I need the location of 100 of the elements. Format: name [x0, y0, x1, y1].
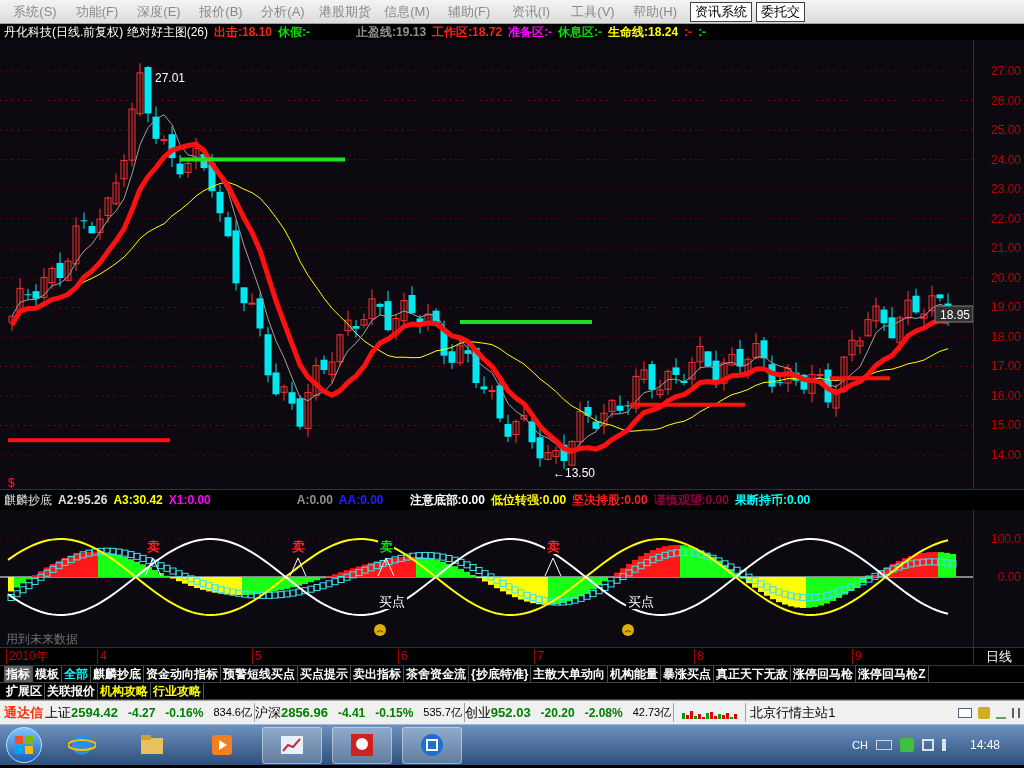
indicator-axis-label: 100.0: [990, 533, 1021, 545]
low-price-label: ←13.50: [553, 466, 596, 480]
indicator-title: 麒麟抄底: [4, 492, 52, 509]
taskbar-button[interactable]: [402, 726, 462, 764]
price-axis-label: 19.00: [990, 301, 1021, 314]
indicator-readout: 休假:-: [278, 24, 311, 41]
indicator-readout: :-: [698, 24, 707, 41]
indicator-readout: 工作区:18.72: [432, 24, 503, 41]
index-change: -4.41: [337, 704, 366, 722]
indicator-readout: AA:0.00: [338, 492, 384, 509]
indicator-axis-label: 0.00: [997, 571, 1021, 583]
tab[interactable]: 全部: [62, 666, 91, 682]
tab[interactable]: 扩展区: [4, 683, 45, 699]
mail-icon[interactable]: [958, 707, 972, 718]
indicator-readout: A3:30.42: [113, 492, 163, 509]
taskbar-button[interactable]: [332, 726, 392, 764]
date-axis-label: 2010年: [6, 649, 48, 664]
indicator-readout: 止盈线:19.13: [356, 24, 427, 41]
index-value: 2856.96: [280, 703, 328, 722]
indicator-readout: 准备区:-: [508, 24, 553, 41]
index-amount: 42.73亿: [632, 705, 672, 721]
price-axis-label: 20.00: [990, 271, 1021, 284]
indicator-readout: 生命线:18.24: [608, 24, 679, 41]
app-brand: 通达信: [4, 703, 43, 722]
tab[interactable]: 行业攻略: [151, 683, 204, 699]
warning-note: 用到未来数据: [6, 632, 78, 646]
server-label: 北京行情主站1: [745, 702, 836, 723]
index-name: 创业: [464, 703, 491, 722]
high-price-label: 27.01: [155, 71, 186, 85]
tab[interactable]: 指标: [4, 666, 33, 682]
index-amount: 834.6亿: [213, 705, 252, 721]
tab[interactable]: 真正天下无敌: [714, 666, 792, 682]
clock[interactable]: 14:48: [962, 736, 1008, 754]
price-axis-label: 21.00: [990, 242, 1021, 255]
price-axis-label: 17.00: [990, 360, 1021, 373]
tab[interactable]: 买点提示: [298, 666, 351, 682]
indicator-readout: 注意底部:0.00: [409, 492, 485, 509]
smiley-icon: [374, 624, 386, 636]
period-label: 日线: [973, 648, 1024, 665]
index-percent: -2.08%: [584, 704, 623, 722]
price-axis-label: 15.00: [990, 419, 1021, 432]
tab[interactable]: 主散大单动向: [531, 666, 609, 682]
tab[interactable]: 机构能量: [608, 666, 662, 682]
tab[interactable]: 涨停回马枪Z: [856, 666, 929, 682]
date-axis-label: 6: [398, 649, 408, 664]
date-axis-label: 5: [252, 649, 262, 664]
indicator-readout: 果断持币:0.00: [734, 492, 811, 509]
index-value: 952.03: [490, 703, 531, 722]
level-line: [830, 376, 890, 381]
index-name: 上证: [45, 703, 71, 722]
sell-mark: 卖: [291, 539, 305, 554]
buy-point-label: 买点: [379, 594, 405, 609]
indicator-readout: A:0.00: [296, 492, 333, 509]
input-language[interactable]: CH: [852, 736, 868, 754]
price-axis-label: 27.00: [990, 65, 1021, 77]
tab[interactable]: 茶舍资金流: [404, 666, 469, 682]
tab[interactable]: 卖出指标: [351, 666, 404, 682]
tab[interactable]: 暴涨买点: [661, 666, 715, 682]
date-axis-label: 7: [534, 649, 544, 664]
tab[interactable]: 涨停回马枪: [791, 666, 857, 682]
tab[interactable]: 模板: [33, 666, 62, 682]
last-price-value: 18.95: [940, 308, 971, 322]
index-name: 沪深: [254, 703, 281, 722]
tab[interactable]: 预警短线买点: [221, 666, 298, 682]
index-change: -4.27: [128, 704, 156, 722]
toolbar-button[interactable]: 资讯系统: [690, 1, 752, 22]
smiley-icon: [622, 624, 634, 636]
keyboard-icon[interactable]: [876, 740, 892, 750]
price-axis-label: 18.00: [990, 330, 1021, 343]
price-axis-label: 16.00: [990, 389, 1021, 402]
indicator-readout: 坚决持股:0.00: [572, 492, 648, 509]
tab[interactable]: 资金动向指标: [144, 666, 221, 682]
buy-point-label: 买点: [628, 594, 654, 609]
indicator-readout: :-: [684, 24, 693, 41]
index-value: 2594.42: [71, 703, 118, 722]
start-button[interactable]: [6, 727, 42, 763]
square-app-icon: [418, 731, 446, 759]
dollar-mark: $: [8, 476, 15, 490]
index-amount: 535.7亿: [423, 705, 462, 721]
date-axis-label: 8: [694, 649, 704, 664]
indicator-readout: 休息区:-: [558, 24, 603, 41]
sell-mark: 卖: [546, 539, 560, 554]
index-percent: -0.16%: [165, 704, 204, 722]
index-percent: -0.15%: [375, 704, 414, 722]
toolbar-button[interactable]: 委托交: [756, 1, 805, 22]
tab[interactable]: {抄底特准}: [469, 666, 532, 682]
indicator-readout: 谨慎观望:0.00: [653, 492, 729, 509]
tab[interactable]: 麒麟抄底: [91, 666, 144, 682]
price-axis-label: 25.00: [990, 124, 1021, 137]
circle-app-icon: [348, 731, 376, 759]
indicator-readout: 出击:18.10: [214, 24, 273, 41]
taskbar-button[interactable]: [262, 726, 322, 764]
price-axis-label: 26.00: [990, 94, 1021, 107]
tab[interactable]: 机构攻略: [98, 683, 151, 699]
price-axis-label: 14.00: [990, 449, 1021, 461]
tab[interactable]: 关联报价: [45, 683, 98, 699]
date-axis-label: 9: [852, 649, 862, 664]
date-axis-label: 4: [97, 649, 107, 664]
index-change: -20.20: [540, 704, 575, 722]
price-axis-label: 22.00: [990, 212, 1021, 225]
